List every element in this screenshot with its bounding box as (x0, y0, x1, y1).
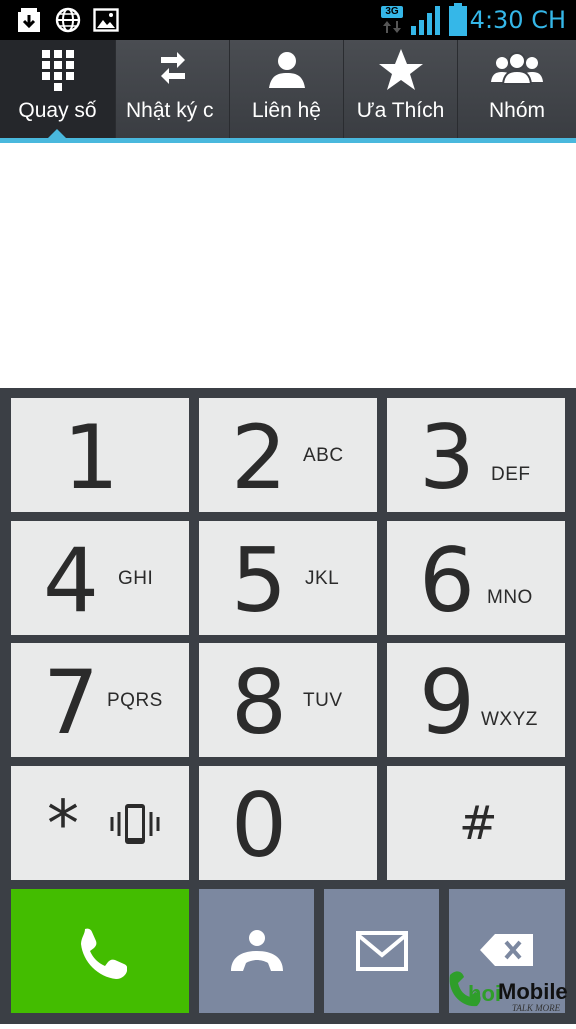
key-4[interactable]: 4 GHI (11, 521, 189, 635)
tab-call-log[interactable]: Nhật ký c (116, 40, 230, 138)
signal-icon (410, 4, 442, 41)
data-arrows-icon (381, 19, 403, 40)
key-digit: 4 (43, 529, 99, 632)
hangup-button[interactable] (199, 889, 314, 1013)
key-digit: 8 (231, 651, 287, 754)
watermark-text: Mobile (498, 979, 568, 1004)
svg-text:hoi: hoi (468, 981, 501, 1006)
call-button[interactable] (11, 889, 189, 1013)
battery-icon (448, 3, 468, 42)
key-letters: ABC (303, 445, 344, 466)
hangup-icon (229, 929, 285, 980)
watermark-tagline: TALK MORE (512, 1003, 561, 1013)
image-icon (93, 6, 119, 39)
key-3[interactable]: 3 DEF (387, 398, 565, 512)
tab-label: Nhóm (488, 99, 546, 122)
key-9[interactable]: 9 WXYZ (387, 643, 565, 757)
tab-bar: Quay số Nhật ký c Liên hệ Ưa Thích Nhóm (0, 40, 576, 138)
key-digit: 0 (231, 774, 287, 877)
group-icon (490, 48, 544, 97)
key-2[interactable]: 2 ABC (199, 398, 377, 512)
key-5[interactable]: 5 JKL (199, 521, 377, 635)
dialpad-icon (38, 48, 78, 97)
key-digit: 1 (63, 406, 119, 509)
key-letters: WXYZ (481, 709, 538, 730)
download-icon (16, 6, 42, 39)
key-letters: MNO (487, 587, 533, 608)
envelope-icon (356, 931, 408, 976)
active-tab-indicator (48, 129, 66, 138)
key-digit: * (47, 788, 79, 862)
clock: 4:30 CH (469, 6, 566, 34)
tab-contacts[interactable]: Liên hệ (230, 40, 344, 138)
phone-icon (73, 926, 128, 985)
key-7[interactable]: 7 PQRS (11, 643, 189, 757)
tab-dialer[interactable]: Quay số (0, 40, 116, 138)
network-type-badge: 3G (381, 6, 403, 18)
key-1[interactable]: 1 (11, 398, 189, 512)
key-8[interactable]: 8 TUV (199, 643, 377, 757)
message-button[interactable] (324, 889, 439, 1013)
globe-icon (55, 6, 81, 39)
key-letters: GHI (118, 568, 154, 589)
key-letters: TUV (303, 690, 343, 711)
key-digit: # (459, 796, 498, 850)
contact-icon (267, 48, 307, 97)
key-digit: 5 (231, 529, 287, 632)
watermark-logo: hoi Mobile TALK MORE (440, 965, 576, 1024)
key-digit: 2 (231, 406, 287, 509)
vibrate-icon (109, 802, 161, 851)
tab-label: Quay số (18, 99, 97, 122)
key-star[interactable]: * (11, 766, 189, 880)
tab-favorites[interactable]: Ưa Thích (344, 40, 458, 138)
call-log-icon (153, 48, 193, 97)
key-6[interactable]: 6 MNO (387, 521, 565, 635)
key-digit: 7 (43, 651, 99, 754)
tab-label: Ưa Thích (356, 99, 445, 122)
key-hash[interactable]: # (387, 766, 565, 880)
dial-number-display[interactable] (0, 143, 576, 388)
key-letters: JKL (305, 568, 340, 589)
key-0[interactable]: 0 (199, 766, 377, 880)
star-icon (378, 48, 424, 97)
tab-label: Liên hệ (252, 99, 321, 122)
key-digit: 9 (419, 651, 475, 754)
key-letters: DEF (491, 464, 531, 485)
status-bar: 3G 4:30 CH (0, 0, 576, 40)
key-digit: 3 (419, 406, 475, 509)
tab-groups[interactable]: Nhóm (458, 40, 576, 138)
tab-label: Nhật ký c (126, 99, 214, 122)
key-letters: PQRS (107, 690, 163, 711)
key-digit: 6 (419, 529, 475, 632)
